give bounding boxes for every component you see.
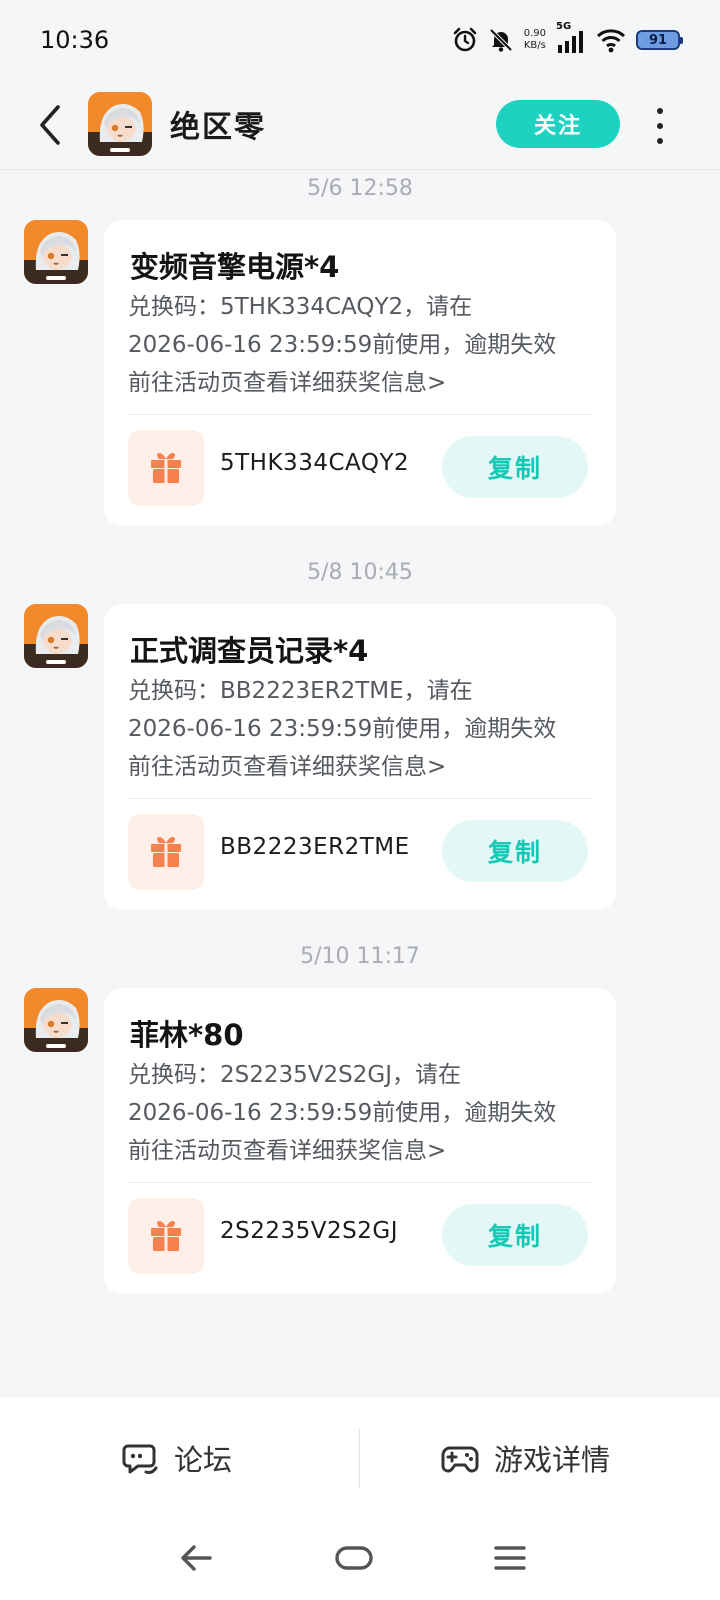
back-button[interactable] (28, 102, 72, 148)
alarm-icon (452, 27, 478, 53)
nav-back-button[interactable] (168, 1536, 224, 1580)
gift-icon-box (128, 430, 204, 506)
game-avatar[interactable] (88, 92, 152, 156)
signal-label: 5G (556, 21, 572, 32)
activity-page-link[interactable]: 前往活动页查看详细获奖信息> (128, 748, 598, 786)
mute-bell-icon (488, 27, 514, 53)
net-speed-unit: KB/s (523, 40, 546, 51)
reward-description: 兑换码：2S2235V2S2GJ，请在 2026-06-16 23:59:59前… (128, 1056, 598, 1170)
gift-icon (151, 837, 181, 867)
header-bar: 绝区零 关注 (0, 80, 720, 170)
nav-menu-icon (494, 1546, 526, 1570)
copy-code-button[interactable]: 复制 (442, 820, 588, 882)
game-detail-label: 游戏详情 (494, 1443, 611, 1477)
gift-icon-box (128, 814, 204, 890)
redeem-code: BB2223ER2TME (220, 834, 410, 860)
expiry-line: 2026-06-16 23:59:59前使用，逾期失效 (128, 332, 557, 358)
expiry-line: 2026-06-16 23:59:59前使用，逾期失效 (128, 1100, 557, 1126)
activity-page-link[interactable]: 前往活动页查看详细获奖信息> (128, 1132, 598, 1170)
page-title: 绝区零 (170, 110, 266, 145)
battery-icon: 91 (636, 30, 683, 50)
expiry-line: 2026-06-16 23:59:59前使用，逾期失效 (128, 716, 557, 742)
nav-recents-button[interactable] (482, 1536, 538, 1580)
sender-avatar[interactable] (24, 604, 88, 668)
activity-page-link[interactable]: 前往活动页查看详细获奖信息> (128, 364, 598, 402)
reward-message-card: 变频音擎电源*4 兑换码：5THK334CAQY2，请在 2026-06-16 … (104, 220, 616, 526)
forum-label: 论坛 (174, 1443, 233, 1477)
nav-home-button[interactable] (326, 1536, 382, 1580)
card-divider (128, 1182, 592, 1183)
nav-back-arrow-icon (181, 1545, 212, 1571)
net-speed-value: 0.90 (523, 28, 546, 39)
back-arrow-icon (40, 105, 60, 145)
reward-title: 菲林*80 (130, 1018, 244, 1052)
game-character-avatar-icon (88, 92, 152, 156)
game-character-avatar-icon (24, 220, 88, 284)
gift-icon (151, 453, 181, 483)
redeem-code: 5THK334CAQY2 (220, 450, 410, 476)
net-speed: 0.90 KB/s (524, 28, 546, 52)
reward-description: 兑换码：BB2223ER2TME，请在 2026-06-16 23:59:59前… (128, 672, 598, 786)
bottom-bar-divider (359, 1428, 360, 1488)
card-divider (128, 414, 592, 415)
message-timestamp: 5/8 10:45 (307, 560, 413, 585)
wifi-icon (596, 27, 626, 53)
redeem-code-line: 兑换码：BB2223ER2TME，请在 (128, 678, 473, 704)
sender-avatar[interactable] (24, 988, 88, 1052)
follow-button[interactable]: 关注 (496, 100, 620, 148)
card-divider (128, 798, 592, 799)
game-detail-tab[interactable]: 游戏详情 (440, 1398, 610, 1518)
reward-description: 兑换码：5THK334CAQY2，请在 2026-06-16 23:59:59前… (128, 288, 598, 402)
reward-title: 正式调查员记录*4 (130, 634, 369, 668)
reward-message-card: 正式调查员记录*4 兑换码：BB2223ER2TME，请在 2026-06-16… (104, 604, 616, 910)
copy-code-button[interactable]: 复制 (442, 436, 588, 498)
game-character-avatar-icon (24, 988, 88, 1052)
reward-message-card: 菲林*80 兑换码：2S2235V2S2GJ，请在 2026-06-16 23:… (104, 988, 616, 1294)
gamepad-icon (441, 1446, 479, 1473)
signal-icon: 5G (556, 21, 586, 55)
status-bar: 10:36 0.90 KB/s 5G 91 (0, 0, 720, 80)
more-vertical-icon (657, 108, 663, 114)
message-timestamp: 5/10 11:17 (300, 944, 420, 969)
system-navigation-bar (0, 1518, 720, 1600)
more-options-button[interactable] (646, 104, 674, 148)
redeem-code-line: 兑换码：5THK334CAQY2，请在 (128, 294, 473, 320)
forum-tab[interactable]: 论坛 (120, 1398, 232, 1518)
sender-avatar[interactable] (24, 220, 88, 284)
message-timestamp: 5/6 12:58 (307, 176, 413, 201)
status-time: 10:36 (40, 26, 110, 54)
redeem-code-line: 兑换码：2S2235V2S2GJ，请在 (128, 1062, 461, 1088)
reward-title: 变频音擎电源*4 (130, 250, 340, 284)
game-character-avatar-icon (24, 604, 88, 668)
redeem-code: 2S2235V2S2GJ (220, 1218, 398, 1244)
forum-chat-icon (122, 1444, 158, 1474)
gift-icon-box (128, 1198, 204, 1274)
gift-icon (151, 1221, 181, 1251)
status-icons: 0.90 KB/s 5G 91 (452, 21, 683, 58)
copy-code-button[interactable]: 复制 (442, 1204, 588, 1266)
bottom-action-bar: 论坛 游戏详情 (0, 1398, 720, 1518)
nav-home-icon (335, 1546, 373, 1570)
